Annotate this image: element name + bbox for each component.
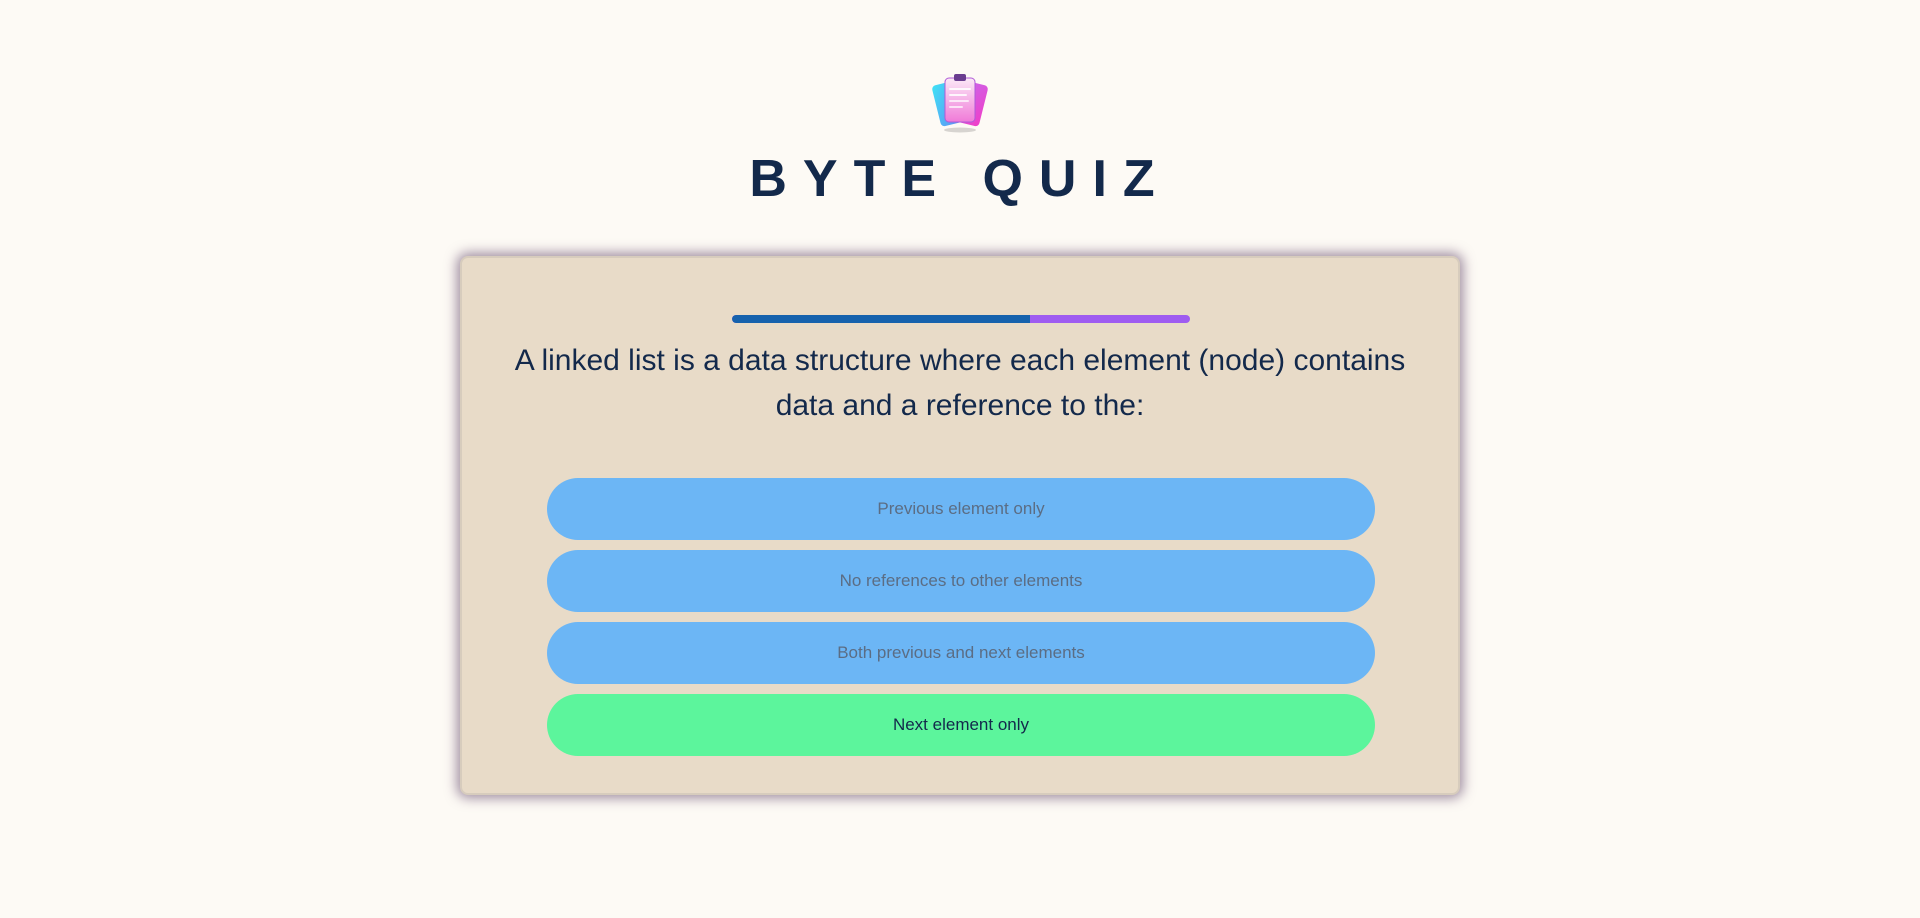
answer-option-next-element-only[interactable]: Next element only [547, 694, 1375, 756]
quiz-page: BYTE QUIZ A linked list is a data struct… [0, 0, 1920, 918]
answer-options: Previous element only No references to o… [547, 478, 1375, 766]
clipboard-cards-icon [932, 74, 988, 133]
question-text: A linked list is a data structure where … [514, 344, 1406, 422]
quiz-card: A linked list is a data structure where … [460, 256, 1460, 795]
answer-option-previous-element-only[interactable]: Previous element only [547, 478, 1375, 540]
answer-option-no-references[interactable]: No references to other elements [547, 550, 1375, 612]
answer-option-both-elements[interactable]: Both previous and next elements [547, 622, 1375, 684]
progress-bar-fill [732, 315, 1030, 323]
progress-bar [732, 315, 1190, 323]
app-title: BYTE QUIZ [749, 150, 1171, 208]
